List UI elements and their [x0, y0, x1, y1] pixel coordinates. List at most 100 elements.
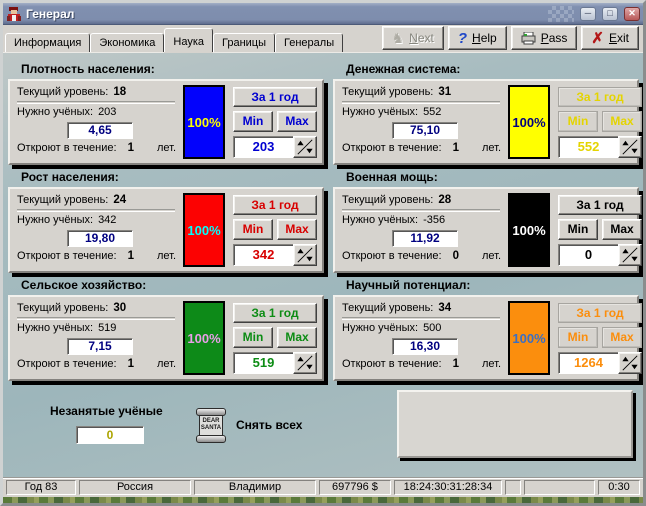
scientists-input[interactable]: 0 [558, 244, 618, 266]
allocation-percent-box: 100% [183, 85, 225, 159]
scroll-icon[interactable]: DEAR SANTA [196, 408, 226, 448]
rate-field: 75,10 [392, 122, 458, 139]
spinner-buttons[interactable] [618, 244, 642, 266]
section-population-density: Плотность населения: Текущий уровень:18 … [8, 62, 324, 165]
titlebar-texture [548, 6, 574, 22]
spinner-buttons[interactable] [293, 352, 317, 374]
help-icon: ? [458, 30, 467, 47]
science-panel: Текущий уровень:28 Нужно учёных:-356 11,… [333, 187, 639, 273]
open-in-label: Откроют в течение: [342, 358, 442, 370]
science-panel: Текущий уровень:24 Нужно учёных:342 19,8… [8, 187, 324, 273]
min-button[interactable]: Min [233, 111, 273, 132]
min-button: Min [558, 327, 598, 348]
years-label: лет. [157, 358, 176, 370]
current-level-value: 18 [113, 86, 126, 98]
open-in-label: Откроют в течение: [17, 250, 117, 262]
divider [17, 209, 175, 212]
next-button: ♞ Next [382, 26, 444, 50]
need-scientists-label: Нужно учёных: [17, 106, 93, 118]
section-population-growth: Рост населения: Текущий уровень:24 Нужно… [8, 170, 324, 273]
status-year: Год 83 [6, 480, 76, 495]
science-panel: Текущий уровень:30 Нужно учёных:519 7,15… [8, 295, 324, 381]
open-in-label: Откроют в течение: [17, 358, 117, 370]
current-level-label: Текущий уровень: [17, 302, 108, 314]
section-caption: Денежная система: [346, 62, 639, 77]
printer-icon [521, 32, 536, 45]
current-level-label: Текущий уровень: [17, 194, 108, 206]
science-panel: Текущий уровень:18 Нужно учёных:203 4,65… [8, 79, 324, 165]
status-money: 697796 $ [319, 480, 391, 495]
tab-economy[interactable]: Экономика [90, 33, 164, 52]
empty-info-box [397, 390, 633, 458]
years-label: лет. [157, 142, 176, 154]
tab-generals[interactable]: Генералы [275, 33, 343, 52]
per-year-button[interactable]: За 1 год [233, 87, 317, 107]
help-button[interactable]: ? Help [448, 26, 507, 50]
section-science-potential: Научный потенциал: Текущий уровень:34 Ну… [333, 278, 639, 381]
minimize-button[interactable]: ─ [580, 7, 596, 21]
section-caption: Рост населения: [21, 170, 324, 185]
tab-borders[interactable]: Границы [213, 33, 275, 52]
close-button[interactable]: ✕ [624, 7, 640, 21]
maximize-button[interactable]: □ [602, 7, 618, 21]
spinner-buttons[interactable] [618, 352, 642, 374]
status-empty-wide [524, 480, 595, 495]
min-button: Min [558, 111, 598, 132]
per-year-button[interactable]: За 1 год [558, 195, 642, 215]
open-years-value: 1 [453, 358, 459, 370]
per-year-button[interactable]: За 1 год [233, 195, 317, 215]
need-scientists-value: 342 [98, 214, 116, 226]
need-scientists-value: 519 [98, 322, 116, 334]
section-monetary-system: Денежная система: Текущий уровень:31 Нуж… [333, 62, 639, 165]
max-button: Max [602, 111, 642, 132]
max-button[interactable]: Max [277, 327, 317, 348]
allocation-percent-box: 100% [508, 301, 550, 375]
allocation-percent-box: 100% [183, 301, 225, 375]
exit-button[interactable]: ✗ Exit [581, 26, 639, 50]
pass-button[interactable]: Pass [511, 26, 578, 50]
spinner-buttons[interactable] [293, 244, 317, 266]
allocation-percent-box: 100% [183, 193, 225, 267]
open-years-value: 0 [453, 250, 459, 262]
max-button[interactable]: Max [602, 219, 642, 240]
spinner-buttons[interactable] [618, 136, 642, 158]
rate-field: 19,80 [67, 230, 133, 247]
need-scientists-value: 203 [98, 106, 116, 118]
years-label: лет. [482, 142, 501, 154]
need-scientists-label: Нужно учёных: [17, 322, 93, 334]
scientists-input[interactable]: 519 [233, 352, 293, 374]
years-label: лет. [482, 358, 501, 370]
max-button[interactable]: Max [277, 111, 317, 132]
tab-information[interactable]: Информация [5, 33, 90, 52]
scientists-input[interactable]: 342 [233, 244, 293, 266]
scientists-input[interactable]: 552 [558, 136, 618, 158]
science-panel: Текущий уровень:34 Нужно учёных:500 16,3… [333, 295, 639, 381]
rate-field: 16,30 [392, 338, 458, 355]
scientists-input[interactable]: 1264 [558, 352, 618, 374]
scroll-bottom-roll [196, 435, 226, 443]
unused-scientists-block: Незанятые учёные 0 DEAR SANTA Снять всех [8, 390, 333, 462]
allocation-percent-box: 100% [508, 193, 550, 267]
years-label: лет. [157, 250, 176, 262]
unused-scientists-label: Незанятые учёные [50, 404, 163, 418]
status-empty-small [505, 480, 521, 495]
current-level-label: Текущий уровень: [342, 86, 433, 98]
titlebar: Генерал ─ □ ✕ [3, 3, 643, 25]
status-city: Владимир [194, 480, 316, 495]
min-button[interactable]: Min [233, 327, 273, 348]
spinner-buttons[interactable] [293, 136, 317, 158]
divider [342, 101, 500, 104]
science-panel: Текущий уровень:31 Нужно учёных:552 75,1… [333, 79, 639, 165]
per-year-button[interactable]: За 1 год [233, 303, 317, 323]
remove-all-label[interactable]: Снять всех [236, 418, 302, 432]
max-button[interactable]: Max [277, 219, 317, 240]
scientists-input[interactable]: 203 [233, 136, 293, 158]
open-in-label: Откроют в течение: [342, 142, 442, 154]
allocation-percent-box: 100% [508, 85, 550, 159]
open-in-label: Откроют в течение: [342, 250, 442, 262]
min-button[interactable]: Min [558, 219, 598, 240]
min-button[interactable]: Min [233, 219, 273, 240]
need-scientists-label: Нужно учёных: [342, 106, 418, 118]
tab-science[interactable]: Наука [164, 28, 213, 52]
need-scientists-value: 552 [423, 106, 441, 118]
